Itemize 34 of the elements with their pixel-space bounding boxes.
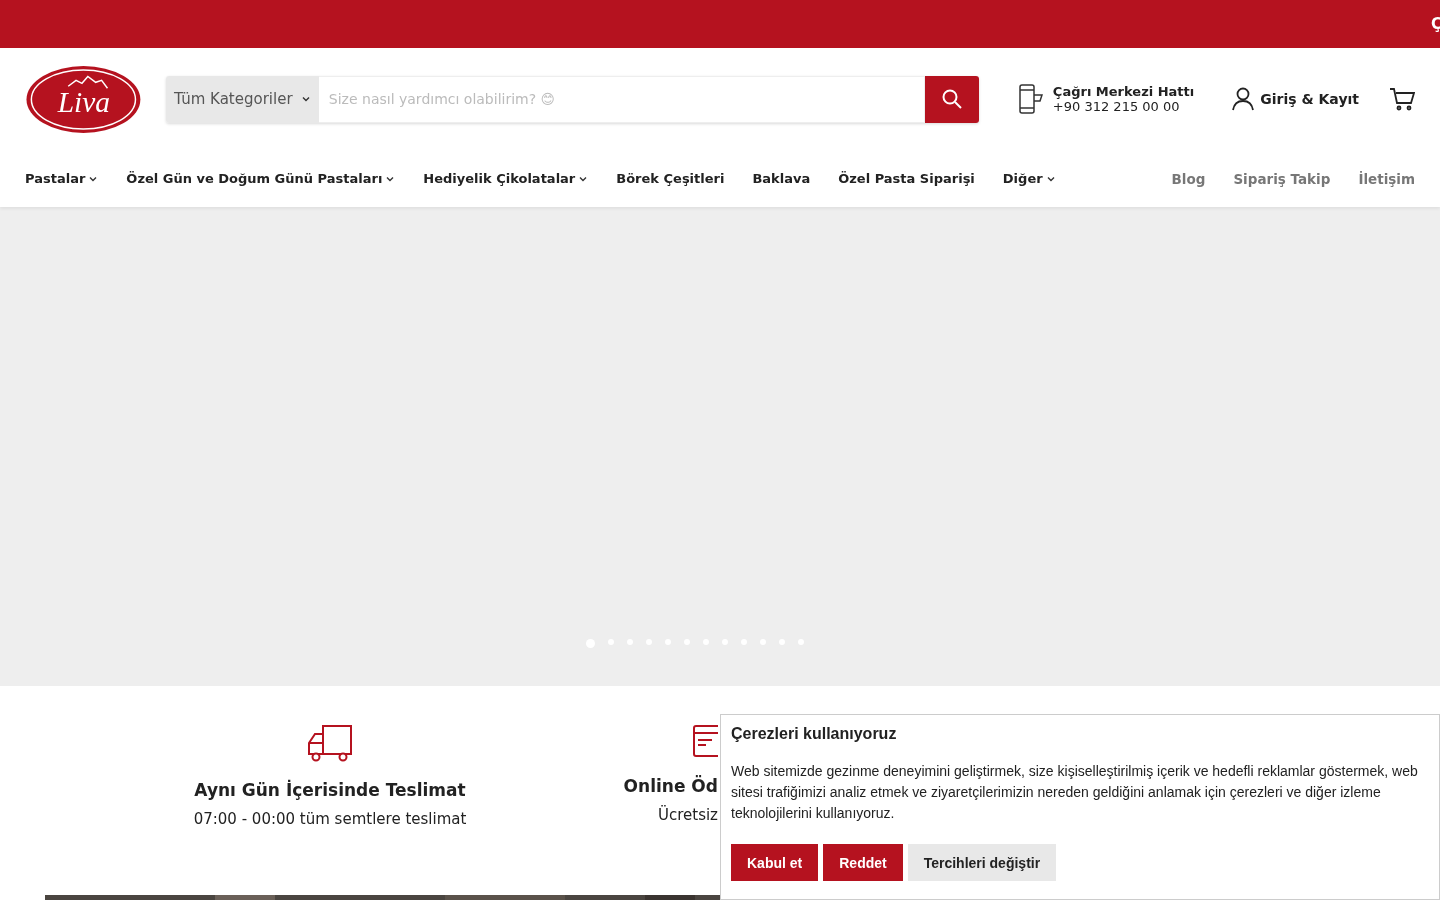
nav-link[interactable]: Pastalar xyxy=(25,171,99,186)
cart-button[interactable] xyxy=(1389,86,1415,112)
call-center-title: Çağrı Merkezi Hattı xyxy=(1052,84,1195,99)
nav-link[interactable]: Baklava xyxy=(752,171,811,186)
cookie-button[interactable]: Tercihleri değiştir xyxy=(907,844,1057,881)
cart-icon xyxy=(1389,86,1415,112)
nav-link[interactable]: İletişim xyxy=(1358,170,1415,187)
login-link[interactable]: Giriş & Kayıt xyxy=(1232,87,1359,111)
user-icon xyxy=(1232,87,1255,111)
cookie-title: Çerezleri kullanıyoruz xyxy=(731,725,898,743)
feature-text: 07:00 - 00:00 tüm semtlere teslimat xyxy=(193,810,467,828)
search-button[interactable] xyxy=(924,75,979,123)
nav-link[interactable]: Sipariş Takip xyxy=(1233,170,1331,187)
nav-link[interactable]: Özel Pasta Siparişi xyxy=(838,171,975,186)
feature-title: Aynı Gün İçerisinde Teslimat xyxy=(194,780,466,800)
search-icon xyxy=(941,89,962,109)
chevron-icon xyxy=(300,94,311,104)
cookie-button[interactable]: Kabul et xyxy=(731,844,819,881)
phone-icon xyxy=(1018,84,1043,114)
cookie-text: Web sitemizde gezinme deneyimini geliştirmek, size kişiselleştirilmiş içerik ve hedefli reklamlar göstermek, web sitesi trafiğimizi analiz etmek ve ziyaretçilerimizin nereden geldiğini anlamak için çerezleri ve diğer izleme teknolojilerini kullanıyoruz. xyxy=(731,762,1419,823)
liva-logo[interactable]: Liva xyxy=(25,63,142,135)
nav-link[interactable]: Börek Çeşitleri xyxy=(616,171,725,186)
feature-title: Online Öd xyxy=(623,776,718,796)
nav-link[interactable]: Hediyelik Çikolatalar xyxy=(423,171,589,186)
nav-link[interactable]: Özel Gün ve Doğum Günü Pastaları xyxy=(126,171,396,186)
nav-link[interactable]: Diğer xyxy=(1002,171,1056,186)
cookie-button[interactable]: Reddet xyxy=(823,844,903,881)
phone-number[interactable]: +90 312 215 00 00 xyxy=(1052,99,1195,114)
truck-icon xyxy=(307,724,353,762)
document-icon xyxy=(692,724,718,758)
feature-text: Ücretsiz xyxy=(657,806,718,824)
nav-link[interactable]: Blog xyxy=(1171,170,1206,187)
category-select[interactable]: Tüm Kategoriler xyxy=(165,75,319,123)
search-field[interactable]: Size nasıl yardımcı olabilirim? 😊 xyxy=(318,75,925,123)
